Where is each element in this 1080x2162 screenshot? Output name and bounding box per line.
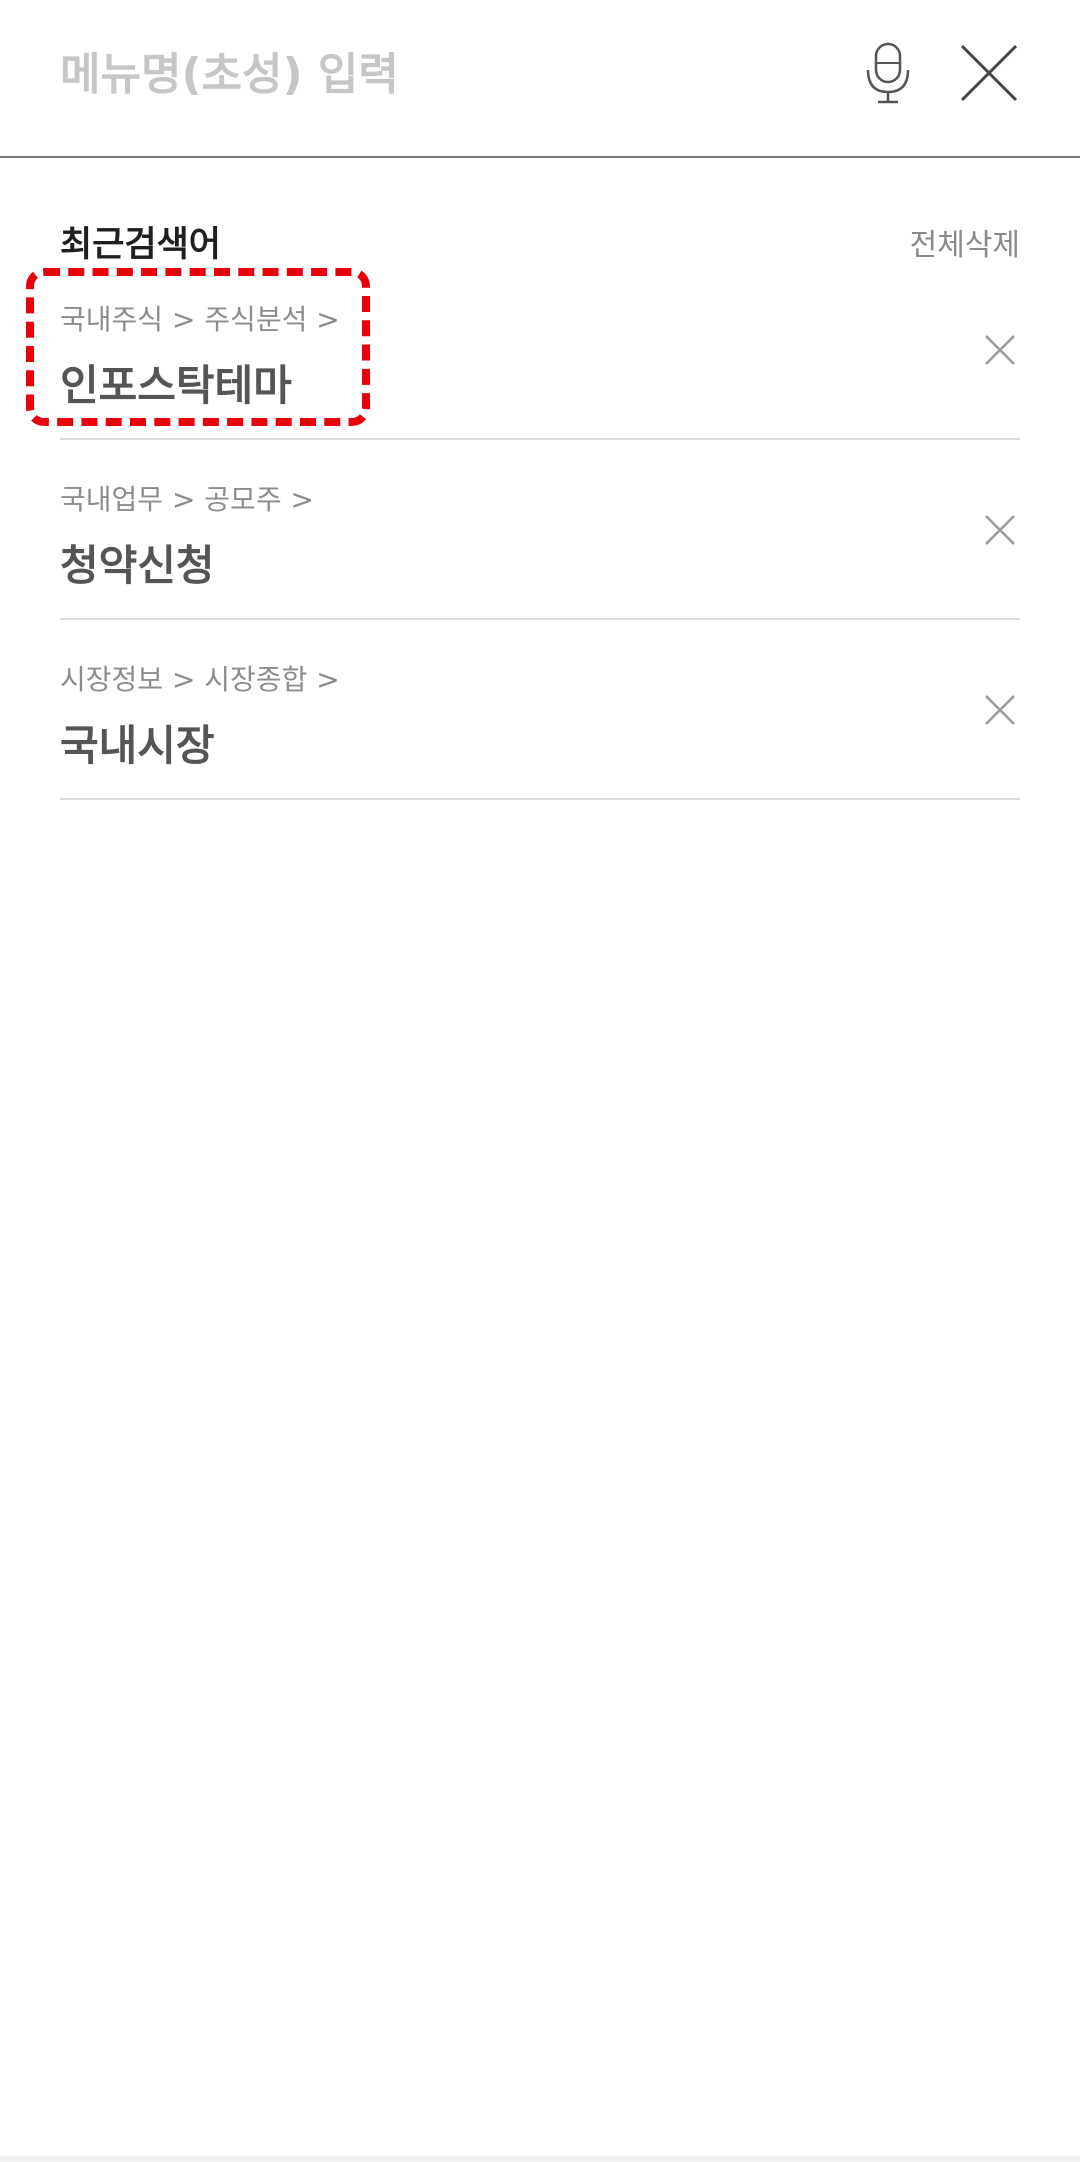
recent-search-list: 국내주식 > 주식분석 > 인포스탁테마 국내업무 > 공모주 > 청약신청 시…: [60, 260, 1020, 800]
close-icon: [960, 44, 1018, 102]
menu-title: 청약신청: [60, 541, 215, 590]
menu-title: 인포스탁테마: [60, 361, 292, 410]
microphone-icon: [866, 42, 910, 104]
menu-title: 국내시장: [60, 721, 215, 770]
voice-search-button[interactable]: [858, 38, 918, 110]
menu-path: 국내업무 > 공모주 >: [60, 483, 314, 516]
menu-path: 국내주식 > 주식분석 >: [60, 303, 340, 336]
search-input[interactable]: [60, 36, 840, 112]
menu-path: 시장정보 > 시장종합 >: [60, 663, 340, 696]
recent-search-item[interactable]: 시장정보 > 시장종합 > 국내시장: [60, 620, 1020, 800]
delete-recent-button[interactable]: [982, 332, 1018, 368]
close-button[interactable]: [956, 40, 1022, 106]
recent-search-item[interactable]: 국내주식 > 주식분석 > 인포스탁테마: [60, 260, 1020, 440]
search-header: [0, 0, 1080, 158]
delete-x-icon: [985, 695, 1015, 725]
recent-search-item[interactable]: 국내업무 > 공모주 > 청약신청: [60, 440, 1020, 620]
clear-all-button[interactable]: 전체삭제: [910, 220, 1020, 264]
bottom-edge: [0, 2156, 1080, 2162]
delete-recent-button[interactable]: [982, 512, 1018, 548]
delete-x-icon: [985, 515, 1015, 545]
delete-x-icon: [985, 335, 1015, 365]
delete-recent-button[interactable]: [982, 692, 1018, 728]
